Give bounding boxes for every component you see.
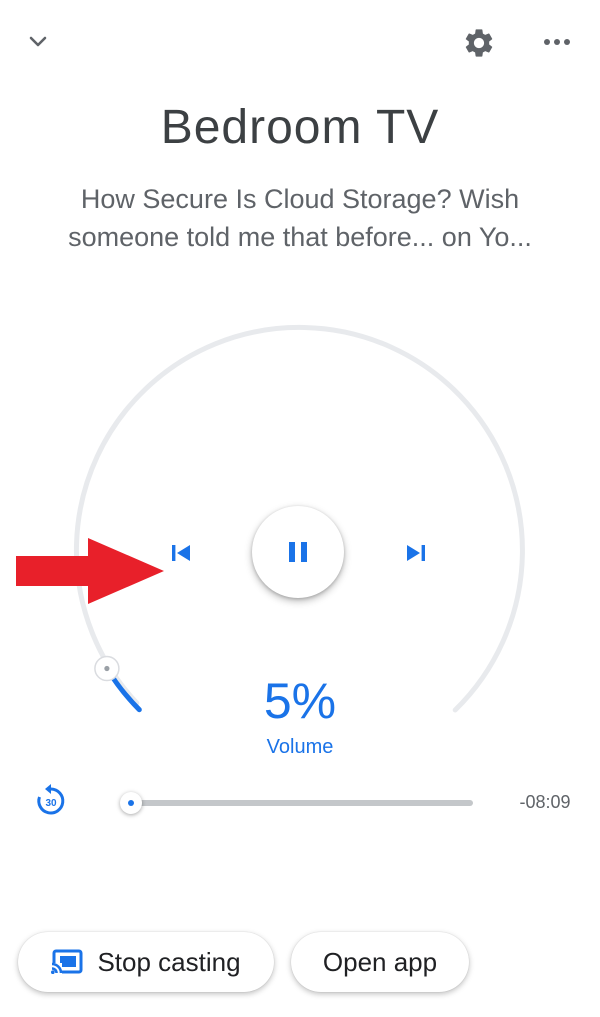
settings-button[interactable] xyxy=(456,20,502,66)
now-playing-title: How Secure Is Cloud Storage? Wish someon… xyxy=(68,184,532,252)
progress-track[interactable] xyxy=(128,800,473,806)
stop-casting-button[interactable]: Stop casting xyxy=(18,932,274,992)
stop-casting-label: Stop casting xyxy=(97,946,241,977)
remaining-time: -08:09 xyxy=(519,792,571,812)
volume-label: Volume xyxy=(266,736,334,758)
device-name: Bedroom TV xyxy=(160,101,440,154)
replay-30-icon: 30 xyxy=(37,784,65,815)
previous-button[interactable] xyxy=(160,532,202,574)
replay-30-button[interactable]: 30 xyxy=(30,780,72,822)
next-button[interactable] xyxy=(395,532,437,574)
annotation-arrow xyxy=(16,538,164,604)
play-pause-button[interactable] xyxy=(252,506,344,598)
pause-icon xyxy=(289,542,307,562)
collapse-button[interactable] xyxy=(18,22,58,62)
more-horizontal-icon xyxy=(544,39,570,45)
replay-30-label: 30 xyxy=(45,798,57,809)
cast-connected-icon xyxy=(51,949,83,975)
skip-previous-icon xyxy=(172,545,190,561)
progress-thumb[interactable] xyxy=(120,792,143,814)
chevron-down-icon xyxy=(29,36,47,47)
open-app-button[interactable]: Open app xyxy=(291,932,469,992)
more-options-button[interactable] xyxy=(534,22,580,62)
skip-next-icon xyxy=(407,545,425,561)
volume-value: 5% xyxy=(263,673,337,729)
gear-icon xyxy=(465,29,493,57)
open-app-label: Open app xyxy=(322,946,438,977)
